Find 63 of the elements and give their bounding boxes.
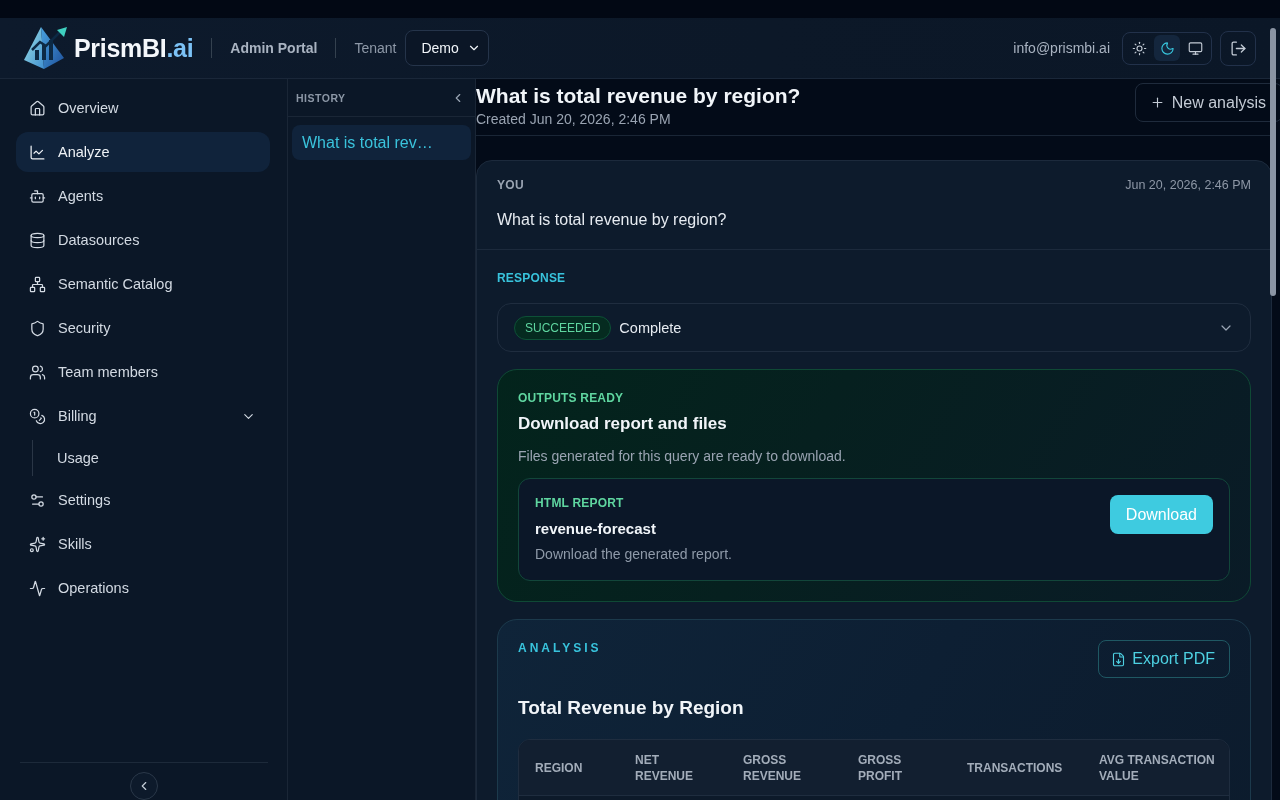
history-heading: HISTORY [296, 91, 346, 104]
export-pdf-button[interactable]: Export PDF [1098, 640, 1230, 678]
nav-subitem[interactable]: Usage [41, 440, 270, 476]
nav-item[interactable]: Billing [16, 396, 270, 436]
nav-item[interactable]: Semantic Catalog [16, 264, 270, 304]
sliders-icon [29, 491, 46, 509]
created-date: Created Jun 20, 2026, 2:46 PM [476, 111, 672, 127]
message-time: Jun 20, 2026, 2:46 PM [1125, 178, 1251, 192]
column-header: NET REVENUE [634, 751, 694, 784]
nav-item[interactable]: Overview [16, 88, 270, 128]
outputs-title: Download report and files [518, 413, 728, 435]
file-name: revenue-forecast [535, 519, 657, 539]
history-item[interactable]: What is total rev… [292, 125, 471, 160]
file-download-icon [1111, 651, 1127, 667]
column-header: TRANSACTIONS [966, 759, 1064, 776]
outputs-description: Files generated for this query are ready to download. [518, 447, 847, 466]
sun-icon [1131, 40, 1147, 56]
nav-item[interactable]: Agents [16, 176, 270, 216]
status-badge: SUCCEEDED [514, 315, 612, 340]
database-icon [29, 231, 46, 249]
plus-icon [1149, 95, 1165, 110]
logout-button[interactable] [1220, 30, 1256, 66]
nav-item[interactable]: Settings [16, 480, 270, 520]
sparkles-icon [29, 535, 46, 553]
logout-icon [1229, 39, 1247, 57]
nav-item[interactable]: Security [16, 308, 270, 348]
logo-wordmark: PrismBI.ai [74, 33, 194, 63]
outputs-label: OUTPUTS READY [518, 390, 625, 406]
nav-item[interactable]: Datasources [16, 220, 270, 260]
monitor-icon [1187, 40, 1203, 56]
column-header: GROSS REVENUE [742, 751, 802, 784]
page-title: What is total revenue by region? [476, 83, 801, 109]
author-label: YOU [497, 178, 524, 192]
response-label: RESPONSE [497, 270, 567, 286]
home-icon [29, 99, 46, 117]
users-icon [29, 363, 46, 381]
status-row[interactable]: SUCCEEDED Complete [497, 303, 1251, 352]
scrollbar-thumb[interactable] [1270, 28, 1276, 296]
portal-name: Admin Portal [230, 40, 318, 56]
column-header: REGION [534, 759, 584, 776]
file-type: HTML REPORT [535, 495, 625, 511]
tenant-select[interactable]: Demo [405, 30, 490, 66]
dark-theme-button[interactable] [1154, 35, 1180, 61]
logo-icon [24, 26, 70, 70]
analysis-title: Total Revenue by Region [518, 696, 745, 720]
line-chart-icon [29, 143, 46, 161]
nav-item[interactable]: Operations [16, 568, 270, 608]
tenant-label: Tenant [354, 40, 397, 56]
file-description: Download the generated report. [535, 545, 732, 564]
user-email: info@prismbi.ai [1013, 40, 1110, 56]
nav-item[interactable]: Analyze [16, 132, 270, 172]
shield-icon [29, 319, 46, 337]
moon-icon [1159, 40, 1175, 56]
nav-item[interactable]: Skills [16, 524, 270, 564]
nav-item[interactable]: Team members [16, 352, 270, 392]
analysis-label: ANALYSIS [518, 640, 602, 656]
coins-icon [29, 407, 46, 425]
network-icon [29, 275, 46, 293]
activity-icon [29, 579, 46, 597]
robot-icon [29, 187, 46, 205]
column-header: AVG TRANSACTION VALUE [1098, 751, 1216, 784]
question-text: What is total revenue by region? [497, 210, 728, 230]
column-header: GROSS PROFIT [857, 751, 903, 784]
